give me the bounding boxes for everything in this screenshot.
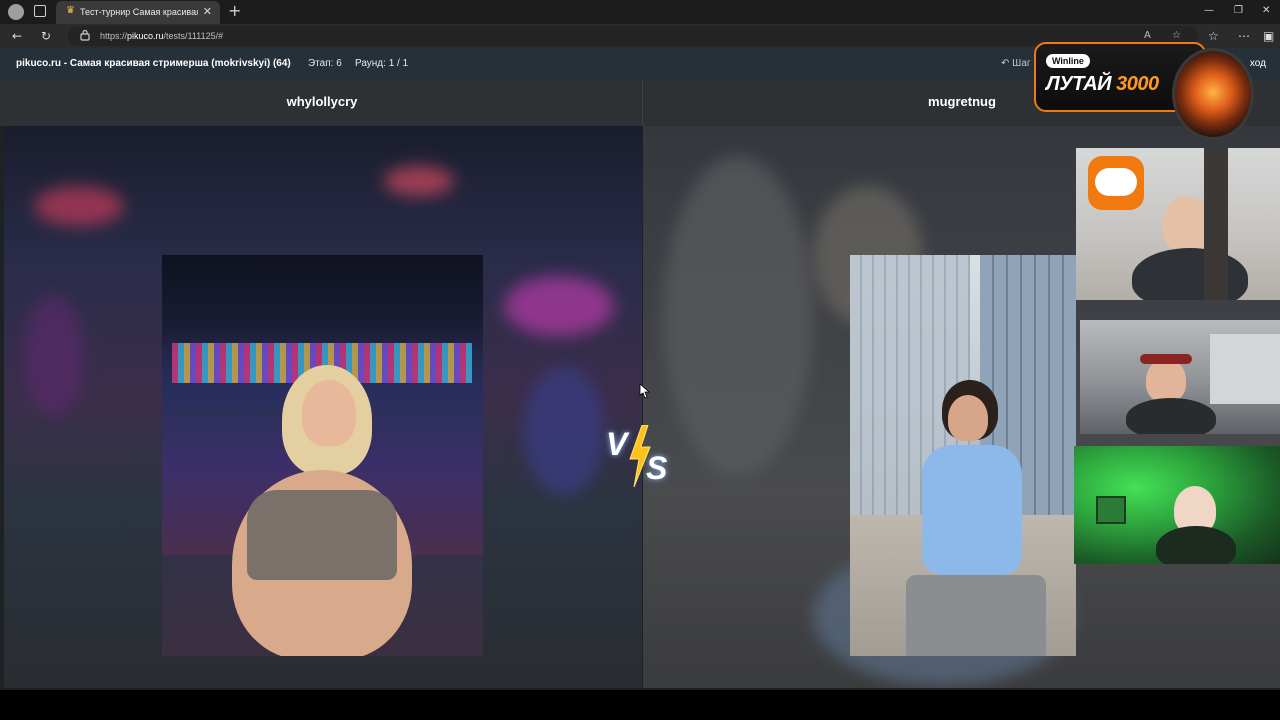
tab-actions-icon[interactable] <box>34 5 46 17</box>
tab-bar: ♛ Тест-турнир Самая красивая стр ✕ + — ❐… <box>0 0 1280 24</box>
torso <box>1126 398 1216 434</box>
url-text: https://pikuco.ru/tests/111125/# <box>100 31 224 41</box>
sponsor-emblem-icon <box>1172 48 1254 140</box>
brand-sign-icon <box>1088 156 1144 210</box>
bodysuit <box>922 445 1022 575</box>
tab-title: Тест-турнир Самая красивая стр <box>80 7 198 17</box>
round-label: Раунд: 1 / 1 <box>355 58 409 69</box>
face <box>1146 358 1186 402</box>
new-tab-icon[interactable]: + <box>228 3 241 19</box>
picture-frame <box>1096 496 1126 524</box>
versus-badge: V S <box>606 423 680 489</box>
stage-label: Этап: 6 <box>308 58 342 69</box>
cargo-pants <box>906 575 1046 656</box>
tab-active[interactable]: ♛ Тест-турнир Самая красивая стр ✕ <box>56 1 220 24</box>
bokeh-light <box>384 166 454 196</box>
torso <box>1156 526 1236 564</box>
reload-icon[interactable]: ↻ <box>41 28 51 44</box>
lock-icon <box>80 29 90 41</box>
crop-top <box>247 490 397 580</box>
favorite-star-icon[interactable]: ☆ <box>1172 29 1181 43</box>
letterbox-bar <box>0 690 1280 720</box>
face <box>302 380 356 446</box>
maximize-icon[interactable]: ❐ <box>1234 4 1243 18</box>
site-title: pikuco.ru - Самая красивая стримерша (mo… <box>16 58 291 69</box>
left-competitor-name: whylollycry <box>286 94 358 109</box>
back-arrow-icon[interactable]: ← <box>12 28 22 44</box>
profile-icon[interactable] <box>8 4 24 20</box>
bokeh-light <box>34 186 124 226</box>
mouse-cursor-icon <box>639 383 650 399</box>
window-close-icon[interactable]: ✕ <box>1262 4 1270 18</box>
shelf <box>1210 334 1280 404</box>
read-aloud-icon[interactable]: A <box>1144 29 1151 43</box>
column-divider <box>642 80 643 126</box>
sponsor-brand: Winline <box>1046 54 1090 68</box>
shelf <box>1204 148 1228 300</box>
torso <box>1132 248 1248 300</box>
sponsor-overlay: Winline ЛУТАЙ 3000 <box>1034 42 1270 146</box>
bokeh-light <box>524 366 604 496</box>
favicon-icon: ♛ <box>66 5 75 16</box>
blurred-building <box>663 156 813 476</box>
webcam-1 <box>1076 148 1280 300</box>
webcam-2 <box>1080 320 1280 434</box>
address-bar[interactable]: https://pikuco.ru/tests/111125/# A ☆ <box>68 26 1198 46</box>
streamer-webcams <box>1074 148 1280 564</box>
tab-close-icon[interactable]: ✕ <box>203 5 212 19</box>
minimize-icon[interactable]: — <box>1204 4 1214 18</box>
versus-letter-v: V <box>606 426 628 462</box>
left-competitor-photo[interactable] <box>162 255 483 656</box>
right-competitor-photo[interactable] <box>850 255 1076 656</box>
headset-icon <box>1140 354 1192 364</box>
back-step-button[interactable]: ↶ Шаг <box>1001 58 1031 70</box>
bokeh-light <box>24 296 84 416</box>
sponsor-slogan: ЛУТАЙ 3000 <box>1046 73 1159 95</box>
bokeh-light <box>504 276 614 336</box>
face <box>948 395 988 441</box>
versus-letter-s: S <box>646 450 668 486</box>
webcam-3 <box>1074 446 1280 564</box>
